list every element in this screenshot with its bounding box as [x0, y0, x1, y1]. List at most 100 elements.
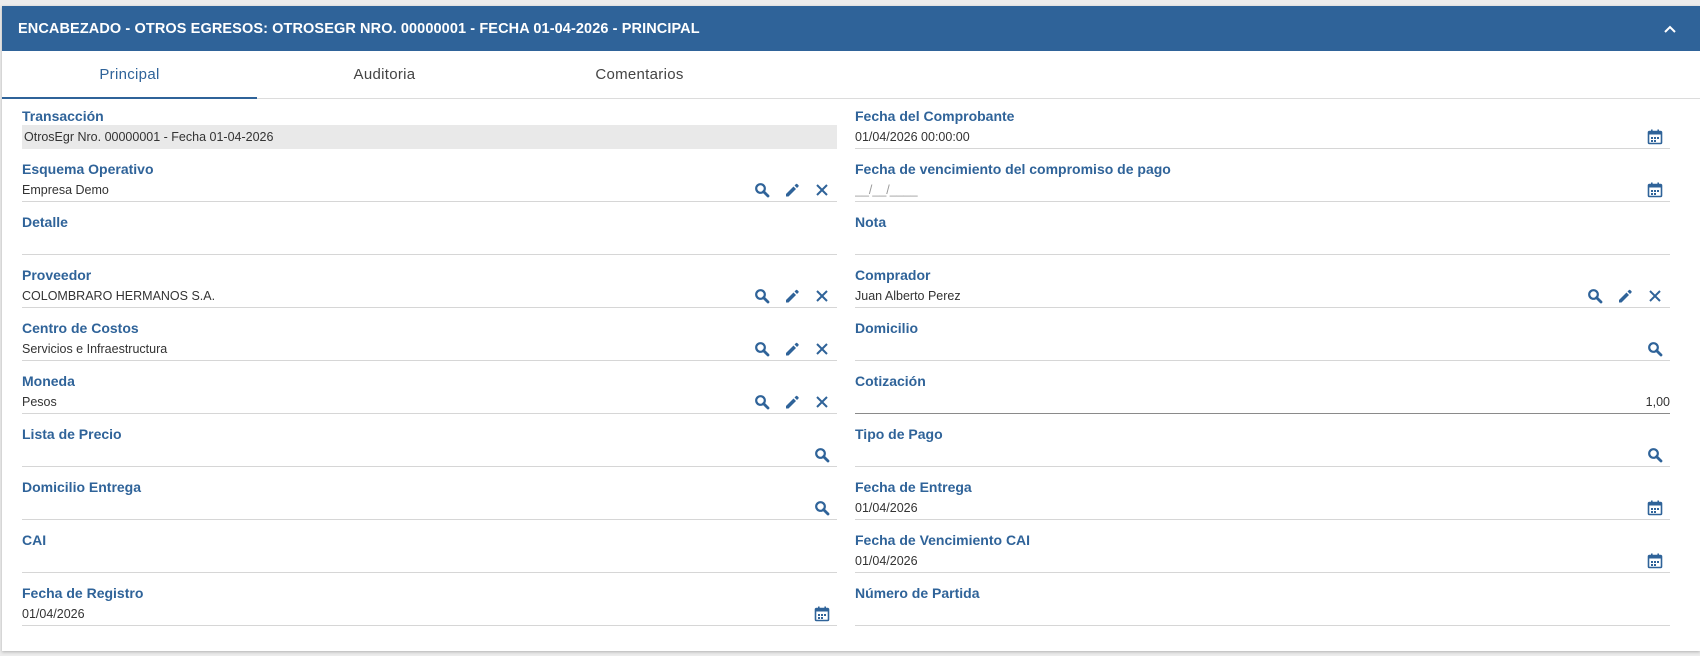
search-icon[interactable] [1580, 284, 1610, 308]
fecha-vencimiento-input[interactable]: __/__/____ [855, 178, 1670, 202]
pencil-icon[interactable] [777, 178, 807, 202]
cotizacion-field: Cotización 1,00 [855, 364, 1670, 417]
search-icon[interactable] [1640, 337, 1670, 361]
panel-header[interactable]: ENCABEZADO - OTROS EGRESOS: OTROSEGR NRO… [2, 6, 1700, 51]
domicilio-entrega-field: Domicilio Entrega [22, 470, 837, 523]
pencil-icon[interactable] [777, 390, 807, 414]
fecha-comprobante-label: Fecha del Comprobante [855, 108, 1015, 124]
calendar-icon[interactable] [807, 602, 837, 626]
detalle-input[interactable] [22, 231, 837, 255]
centro-costos-value[interactable]: Servicios e Infraestructura [22, 342, 747, 356]
domicilio-entrega-label: Domicilio Entrega [22, 479, 142, 495]
tipo-pago-field: Tipo de Pago [855, 417, 1670, 470]
pencil-icon[interactable] [777, 337, 807, 361]
cai-field: CAI [22, 523, 837, 576]
comprador-value[interactable]: Juan Alberto Perez [855, 289, 1580, 303]
transaccion-field: Transacción OtrosEgr Nro. 00000001 - Fec… [22, 99, 837, 152]
tab-comentarios[interactable]: Comentarios [512, 51, 767, 98]
fecha-comprobante-input[interactable]: 01/04/2026 00:00:00 [855, 125, 1670, 149]
calendar-icon[interactable] [1640, 125, 1670, 149]
fecha-venc-cai-field: Fecha de Vencimiento CAI 01/04/2026 [855, 523, 1670, 576]
fecha-venc-cai-input[interactable]: 01/04/2026 [855, 549, 1670, 573]
detalle-field: Detalle [22, 205, 837, 258]
numero-partida-label: Número de Partida [855, 585, 980, 601]
cai-input[interactable] [22, 549, 837, 573]
right-column: Fecha del Comprobante 01/04/2026 00:00:0… [855, 99, 1670, 629]
transaccion-input: OtrosEgr Nro. 00000001 - Fecha 01-04-202… [22, 125, 837, 149]
esquema-value[interactable]: Empresa Demo [22, 183, 747, 197]
fecha-venc-cai-value[interactable]: 01/04/2026 [855, 554, 1640, 568]
esquema-field: Esquema Operativo Empresa Demo [22, 152, 837, 205]
moneda-input[interactable]: Pesos [22, 390, 837, 414]
fecha-entrega-value[interactable]: 01/04/2026 [855, 501, 1640, 515]
tab-auditoria[interactable]: Auditoria [257, 51, 512, 98]
moneda-label: Moneda [22, 373, 75, 389]
moneda-field: Moneda Pesos [22, 364, 837, 417]
fecha-entrega-label: Fecha de Entrega [855, 479, 972, 495]
detalle-label: Detalle [22, 214, 68, 230]
fecha-venc-cai-label: Fecha de Vencimiento CAI [855, 532, 1031, 548]
close-icon[interactable] [1640, 284, 1670, 308]
esquema-input[interactable]: Empresa Demo [22, 178, 837, 202]
domicilio-label: Domicilio [855, 320, 919, 336]
lista-precio-field: Lista de Precio [22, 417, 837, 470]
tab-principal[interactable]: Principal [2, 51, 257, 99]
search-icon[interactable] [747, 337, 777, 361]
fecha-registro-input[interactable]: 01/04/2026 [22, 602, 837, 626]
fecha-registro-field: Fecha de Registro 01/04/2026 [22, 576, 837, 629]
pencil-icon[interactable] [1610, 284, 1640, 308]
calendar-icon[interactable] [1640, 549, 1670, 573]
search-icon[interactable] [807, 496, 837, 520]
left-column: Transacción OtrosEgr Nro. 00000001 - Fec… [22, 99, 837, 629]
search-icon[interactable] [747, 178, 777, 202]
proveedor-input[interactable]: COLOMBRARO HERMANOS S.A. [22, 284, 837, 308]
moneda-value[interactable]: Pesos [22, 395, 747, 409]
cotizacion-value[interactable]: 1,00 [855, 395, 1670, 409]
centro-costos-field: Centro de Costos Servicios e Infraestruc… [22, 311, 837, 364]
lista-precio-label: Lista de Precio [22, 426, 122, 442]
fecha-comprobante-value[interactable]: 01/04/2026 00:00:00 [855, 130, 1640, 144]
domicilio-field: Domicilio [855, 311, 1670, 364]
cai-label: CAI [22, 532, 47, 548]
fecha-comprobante-field: Fecha del Comprobante 01/04/2026 00:00:0… [855, 99, 1670, 152]
numero-partida-field: Número de Partida [855, 576, 1670, 629]
close-icon[interactable] [807, 284, 837, 308]
lista-precio-input[interactable] [22, 443, 837, 467]
centro-costos-input[interactable]: Servicios e Infraestructura [22, 337, 837, 361]
comprador-label: Comprador [855, 267, 931, 283]
search-icon[interactable] [747, 390, 777, 414]
nota-field: Nota [855, 205, 1670, 258]
fecha-registro-label: Fecha de Registro [22, 585, 144, 601]
calendar-icon[interactable] [1640, 496, 1670, 520]
search-icon[interactable] [807, 443, 837, 467]
fecha-entrega-input[interactable]: 01/04/2026 [855, 496, 1670, 520]
domicilio-entrega-input[interactable] [22, 496, 837, 520]
cotizacion-input[interactable]: 1,00 [855, 390, 1670, 414]
pencil-icon[interactable] [777, 284, 807, 308]
comprador-input[interactable]: Juan Alberto Perez [855, 284, 1670, 308]
chevron-up-icon[interactable] [1656, 15, 1684, 43]
cotizacion-label: Cotización [855, 373, 926, 389]
search-icon[interactable] [747, 284, 777, 308]
proveedor-field: Proveedor COLOMBRARO HERMANOS S.A. [22, 258, 837, 311]
close-icon[interactable] [807, 390, 837, 414]
tab-bar: Principal Auditoria Comentarios [2, 51, 1700, 99]
tipo-pago-input[interactable] [855, 443, 1670, 467]
calendar-icon[interactable] [1640, 178, 1670, 202]
numero-partida-input[interactable] [855, 602, 1670, 626]
domicilio-input[interactable] [855, 337, 1670, 361]
proveedor-value[interactable]: COLOMBRARO HERMANOS S.A. [22, 289, 747, 303]
fecha-vencimiento-placeholder[interactable]: __/__/____ [855, 183, 1640, 197]
proveedor-label: Proveedor [22, 267, 92, 283]
transaccion-label: Transacción [22, 108, 104, 124]
close-icon[interactable] [807, 337, 837, 361]
fecha-vencimiento-label: Fecha de vencimiento del compromiso de p… [855, 161, 1171, 177]
search-icon[interactable] [1640, 443, 1670, 467]
nota-input[interactable] [855, 231, 1670, 255]
esquema-label: Esquema Operativo [22, 161, 154, 177]
fecha-vencimiento-field: Fecha de vencimiento del compromiso de p… [855, 152, 1670, 205]
close-icon[interactable] [807, 178, 837, 202]
fecha-registro-value[interactable]: 01/04/2026 [22, 607, 807, 621]
panel-title: ENCABEZADO - OTROS EGRESOS: OTROSEGR NRO… [18, 20, 700, 37]
header-panel: ENCABEZADO - OTROS EGRESOS: OTROSEGR NRO… [2, 6, 1700, 651]
